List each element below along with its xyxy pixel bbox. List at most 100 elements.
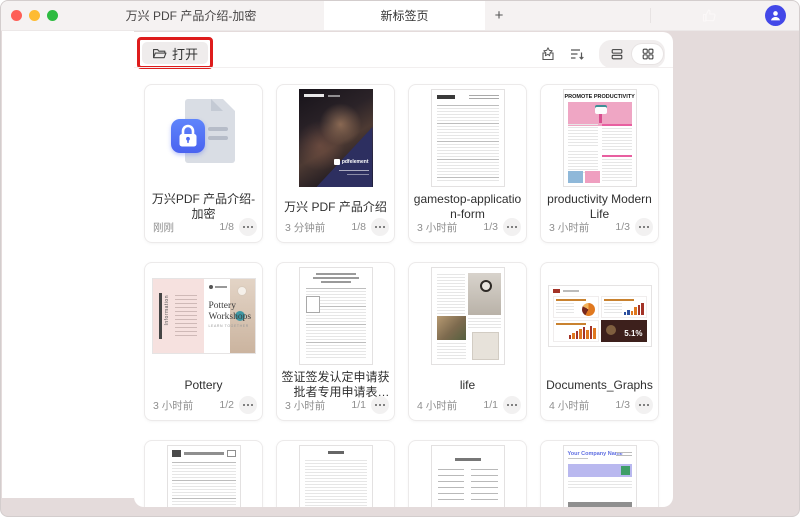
file-pages: 1/2 [219, 399, 234, 411]
plus-icon: + [494, 7, 504, 24]
more-button[interactable] [635, 396, 653, 414]
file-time: 4 小时前 [549, 399, 590, 412]
open-folder-icon [153, 48, 167, 58]
file-time: 3 小时前 [549, 221, 590, 234]
file-card-productivity[interactable]: PROMOTE PRODUCTIVITY productivity Modern… [540, 84, 659, 243]
thumb-heading: PROMOTE PRODUCTIVITY [564, 94, 635, 100]
file-time: 3 小时前 [285, 399, 326, 412]
more-button[interactable] [503, 396, 521, 414]
file-card-brochure[interactable]: pdfelement 万兴 PDF 产品介绍 3 分钟前 1/8 [276, 84, 395, 243]
file-thumbnail [277, 263, 394, 369]
bar-chart [623, 303, 644, 315]
file-thumbnail: Information Pottery Workshops LEARN TOGET… [145, 263, 262, 369]
toolbar-divider [134, 67, 673, 68]
view-tools [539, 40, 665, 68]
pdfelement-logo-text: pdfelement [341, 159, 369, 165]
tab-encrypted-doc[interactable]: 万兴 PDF 产品介绍-加密 [61, 1, 321, 30]
file-pages: 1/1 [483, 399, 498, 411]
file-thumbnail [409, 263, 526, 369]
file-time: 3 小时前 [153, 399, 194, 412]
file-thumbnail: Your Company Name [541, 441, 658, 507]
grid-view-button[interactable] [632, 44, 663, 64]
slide-logo [552, 289, 560, 293]
recent-files-grid: 万兴PDF 产品介绍-加密 刚刚 1/8 pdfelement 万兴 PDF 产… [144, 84, 659, 507]
open-button-label: 打开 [172, 46, 199, 62]
file-pages: 1/3 [615, 399, 630, 411]
invoice-header-band [567, 464, 632, 477]
open-file-button[interactable]: 打开 [142, 42, 209, 64]
file-card-encrypted[interactable]: 万兴PDF 产品介绍-加密 刚刚 1/8 [144, 84, 263, 243]
thumb-title-line: Workshops [208, 311, 252, 322]
sort-icon[interactable] [568, 46, 585, 63]
close-button[interactable] [11, 10, 22, 21]
file-card-pottery[interactable]: Information Pottery Workshops LEARN TOGET… [144, 262, 263, 421]
file-time: 刚刚 [153, 221, 174, 234]
clock-photo [467, 273, 501, 315]
more-button[interactable] [371, 396, 389, 414]
pie-chart [581, 303, 595, 316]
tab-label: 新标签页 [380, 9, 429, 23]
pdfelement-logo-icon [333, 159, 340, 165]
thumb-title-line: Pottery [208, 301, 236, 311]
account-avatar[interactable] [765, 5, 786, 26]
file-card-partial-2[interactable] [276, 440, 395, 507]
new-tab-button[interactable]: + [488, 1, 510, 30]
file-thumbnail: pdfelement [277, 85, 394, 191]
file-pages: 1/3 [615, 221, 630, 233]
titlebar-divider [650, 8, 651, 23]
stat-value: 5.1% [624, 329, 643, 338]
cover-triangle [316, 127, 373, 187]
file-card-visa-form[interactable]: 签证签发认定申请获批者专用申请表 (C... 3 小时前 1/1 [276, 262, 395, 421]
tab-label: 万兴 PDF 产品介绍-加密 [125, 9, 257, 23]
file-thumbnail [277, 441, 394, 507]
thumb-subtitle: LEARN TOGETHER [208, 324, 249, 328]
more-button[interactable] [371, 218, 389, 236]
file-card-partial-4[interactable]: Your Company Name [540, 440, 659, 507]
file-time: 3 小时前 [417, 221, 458, 234]
thumb-side-label: Information [163, 295, 170, 326]
favorites-icon[interactable] [539, 46, 556, 63]
zoom-button[interactable] [47, 10, 58, 21]
lock-icon [170, 119, 205, 153]
file-time: 3 分钟前 [285, 221, 326, 234]
file-thumbnail: PROMOTE PRODUCTIVITY [541, 85, 658, 191]
grid-view-icon [642, 48, 653, 60]
app-window: 万兴 PDF 产品介绍-加密 新标签页 + 打开 万兴PDF 产品介绍-加密 刚… [0, 0, 800, 517]
minimize-button[interactable] [29, 10, 40, 21]
red-annotation-box: 打开 [137, 37, 214, 69]
more-button[interactable] [635, 218, 653, 236]
file-card-partial-1[interactable] [144, 440, 263, 507]
thumbs-up-icon[interactable] [701, 7, 718, 24]
photo-box [305, 296, 320, 313]
list-view-icon [611, 49, 622, 60]
file-time: 4 小时前 [417, 399, 458, 412]
file-card-graphs[interactable]: 5.1% Documents_Graphs 4 小时前 1/3 [540, 262, 659, 421]
file-card-gamestop[interactable]: gamestop-application-form 3 小时前 1/3 [408, 84, 527, 243]
desk-photo [436, 316, 466, 340]
more-button[interactable] [503, 218, 521, 236]
left-sidebar [2, 30, 134, 498]
file-thumbnail [145, 85, 262, 191]
file-pages: 1/8 [351, 221, 366, 233]
title-bar: 万兴 PDF 产品介绍-加密 新标签页 + [1, 1, 799, 31]
recent-files-panel: 打开 万兴PDF 产品介绍-加密 刚刚 1/8 pdfelement 万兴 PD… [134, 32, 673, 507]
thumb-image [567, 102, 632, 126]
view-mode-toggle [599, 40, 665, 68]
file-pages: 1/1 [351, 399, 366, 411]
board-photo [471, 332, 499, 360]
file-thumbnail: 5.1% [541, 263, 658, 369]
cover-logo [303, 94, 340, 97]
list-view-button[interactable] [601, 44, 632, 64]
tab-new-tab[interactable]: 新标签页 [324, 1, 485, 30]
bar-chart [568, 326, 596, 339]
more-button[interactable] [239, 218, 257, 236]
file-thumbnail [145, 441, 262, 507]
more-button[interactable] [239, 396, 257, 414]
person-icon [771, 11, 780, 21]
file-pages: 1/8 [219, 221, 234, 233]
file-thumbnail [409, 441, 526, 507]
file-card-partial-3[interactable] [408, 440, 527, 507]
file-card-life[interactable]: life 4 小时前 1/1 [408, 262, 527, 421]
file-thumbnail [409, 85, 526, 191]
traffic-lights [11, 10, 58, 21]
